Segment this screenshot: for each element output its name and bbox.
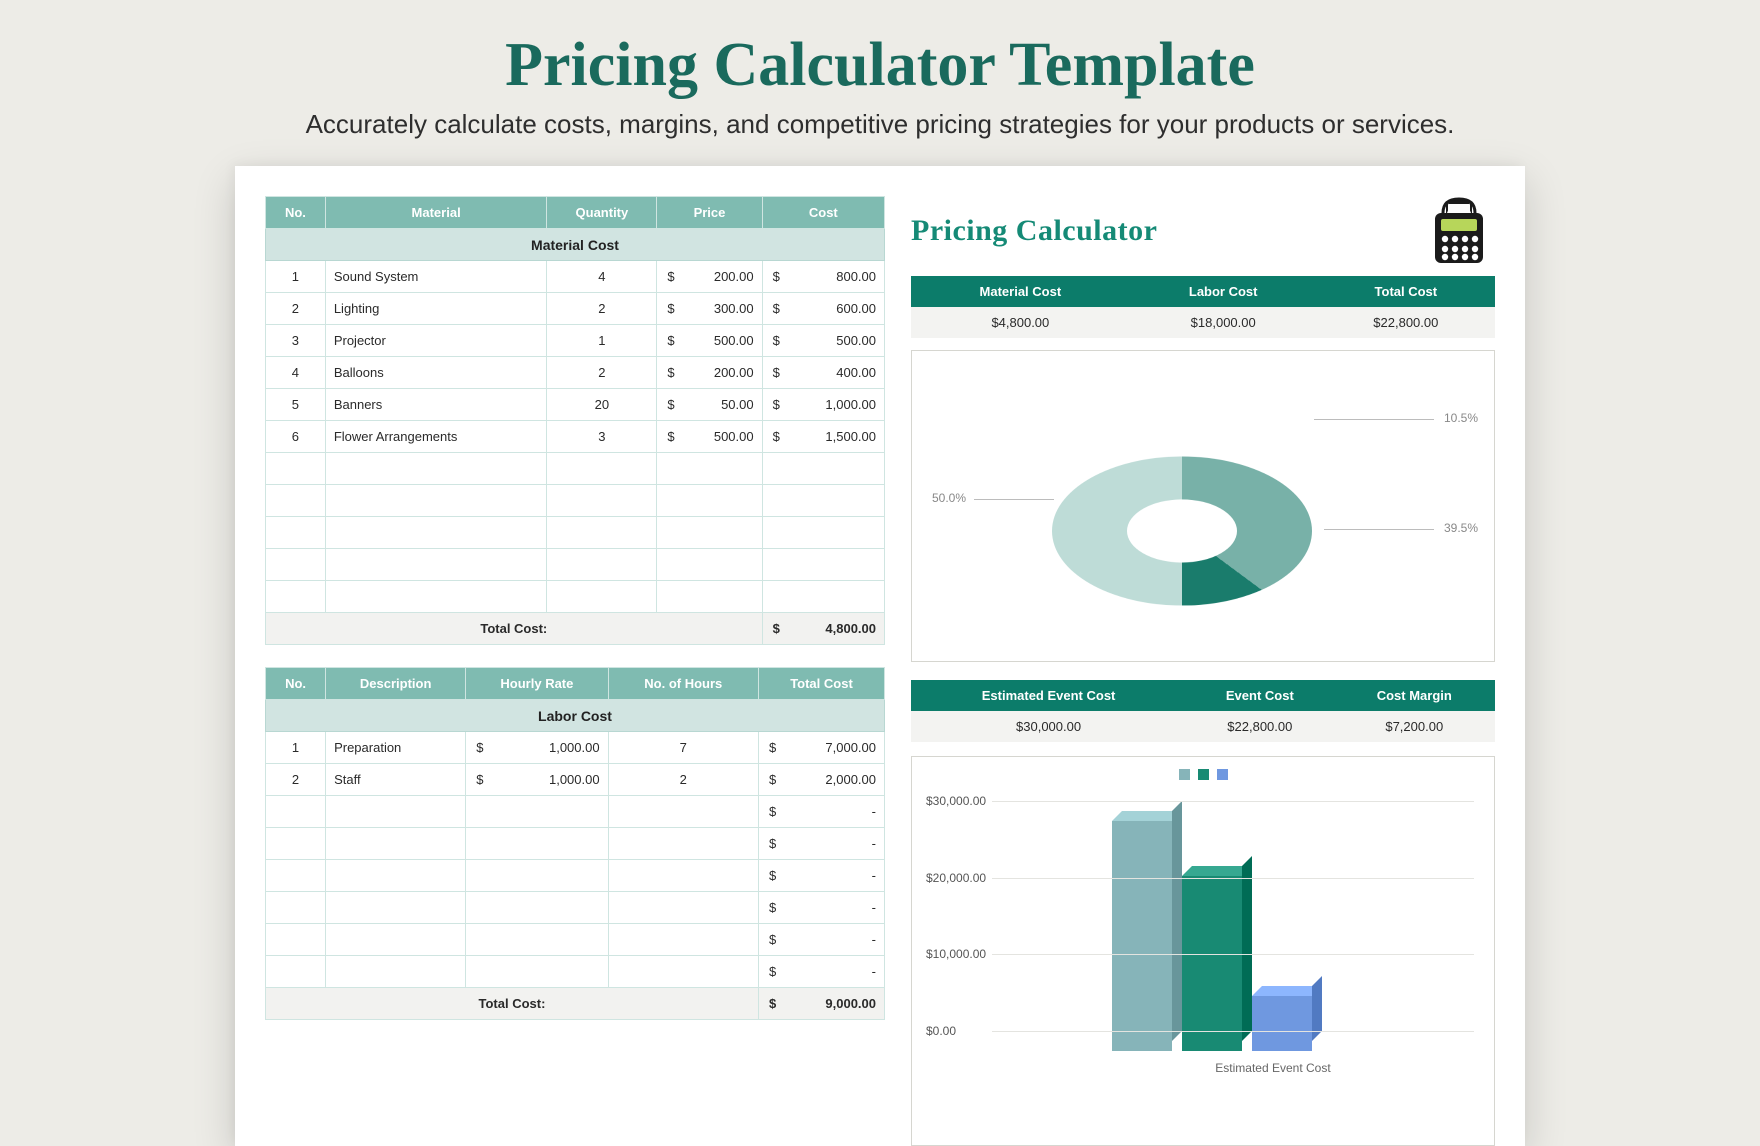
bar [1252, 996, 1312, 1051]
col-qty: Quantity [547, 197, 657, 229]
sum1-h1: Labor Cost [1130, 276, 1317, 307]
sum2-h0: Estimated Event Cost [911, 680, 1186, 711]
bar-x-label: Estimated Event Cost [992, 1061, 1554, 1075]
table-row: $- [266, 860, 885, 892]
calculator-title: Pricing Calculator [911, 214, 1157, 248]
table-row [266, 453, 885, 485]
material-total-label: Total Cost: [266, 613, 763, 645]
col-no: No. [266, 197, 326, 229]
table-row: 6Flower Arrangements3$500.00$1,500.00 [266, 421, 885, 453]
col-no: No. [266, 668, 326, 700]
labor-total-value: $9,000.00 [758, 988, 884, 1020]
table-row: $- [266, 924, 885, 956]
sum2-h2: Cost Margin [1334, 680, 1495, 711]
sum2-h1: Event Cost [1186, 680, 1333, 711]
col-total: Total Cost [758, 668, 884, 700]
table-row: 2Lighting2$300.00$600.00 [266, 293, 885, 325]
summary-table-1: Material Cost Labor Cost Total Cost $4,8… [911, 276, 1495, 338]
col-material: Material [325, 197, 547, 229]
bar [1182, 876, 1242, 1051]
sum1-v2: $22,800.00 [1317, 307, 1495, 338]
table-row: 3Projector1$500.00$500.00 [266, 325, 885, 357]
sum1-h2: Total Cost [1317, 276, 1495, 307]
col-price: Price [657, 197, 762, 229]
summary-table-2: Estimated Event Cost Event Cost Cost Mar… [911, 680, 1495, 742]
sum2-v1: $22,800.00 [1186, 711, 1333, 742]
donut-label-c: 10.5% [1444, 411, 1478, 425]
donut-label-a: 50.0% [932, 491, 966, 505]
calculator-icon [1423, 195, 1495, 267]
bar-legend [922, 767, 1484, 781]
sum2-v0: $30,000.00 [911, 711, 1186, 742]
bar [1112, 821, 1172, 1051]
donut-chart: 50.0% 10.5% 39.5% [911, 350, 1495, 662]
col-rate: Hourly Rate [466, 668, 608, 700]
material-title: Material Cost [266, 229, 885, 261]
table-row: 1Sound System4$200.00$800.00 [266, 261, 885, 293]
page-subtitle: Accurately calculate costs, margins, and… [0, 109, 1760, 140]
labor-total-label: Total Cost: [266, 988, 759, 1020]
col-cost: Cost [762, 197, 884, 229]
page-title: Pricing Calculator Template [0, 30, 1760, 101]
sum1-v0: $4,800.00 [911, 307, 1130, 338]
table-row: $- [266, 892, 885, 924]
labor-cost-table: Labor Cost No. Description Hourly Rate N… [265, 667, 885, 1020]
material-cost-table: Material Cost No. Material Quantity Pric… [265, 196, 885, 645]
table-row: 2Staff$1,000.002$2,000.00 [266, 764, 885, 796]
bar-chart: Estimated Event Cost $0.00$10,000.00$20,… [911, 756, 1495, 1146]
spreadsheet-card: Material Cost No. Material Quantity Pric… [235, 166, 1525, 1146]
table-row [266, 549, 885, 581]
y-tick: $20,000.00 [926, 871, 986, 885]
table-row [266, 581, 885, 613]
col-desc: Description [326, 668, 466, 700]
sum1-h0: Material Cost [911, 276, 1130, 307]
table-row: 1Preparation$1,000.007$7,000.00 [266, 732, 885, 764]
table-row [266, 517, 885, 549]
table-row: $- [266, 828, 885, 860]
y-tick: $30,000.00 [926, 794, 986, 808]
material-total-value: $4,800.00 [762, 613, 884, 645]
sum1-v1: $18,000.00 [1130, 307, 1317, 338]
table-row: $- [266, 956, 885, 988]
table-row: 4Balloons2$200.00$400.00 [266, 357, 885, 389]
col-hours: No. of Hours [608, 668, 758, 700]
donut-label-b: 39.5% [1444, 521, 1478, 535]
table-row: $- [266, 796, 885, 828]
table-row: 5Banners20$50.00$1,000.00 [266, 389, 885, 421]
table-row [266, 485, 885, 517]
y-tick: $10,000.00 [926, 947, 986, 961]
y-tick: $0.00 [926, 1024, 956, 1038]
sum2-v2: $7,200.00 [1334, 711, 1495, 742]
labor-title: Labor Cost [266, 700, 885, 732]
